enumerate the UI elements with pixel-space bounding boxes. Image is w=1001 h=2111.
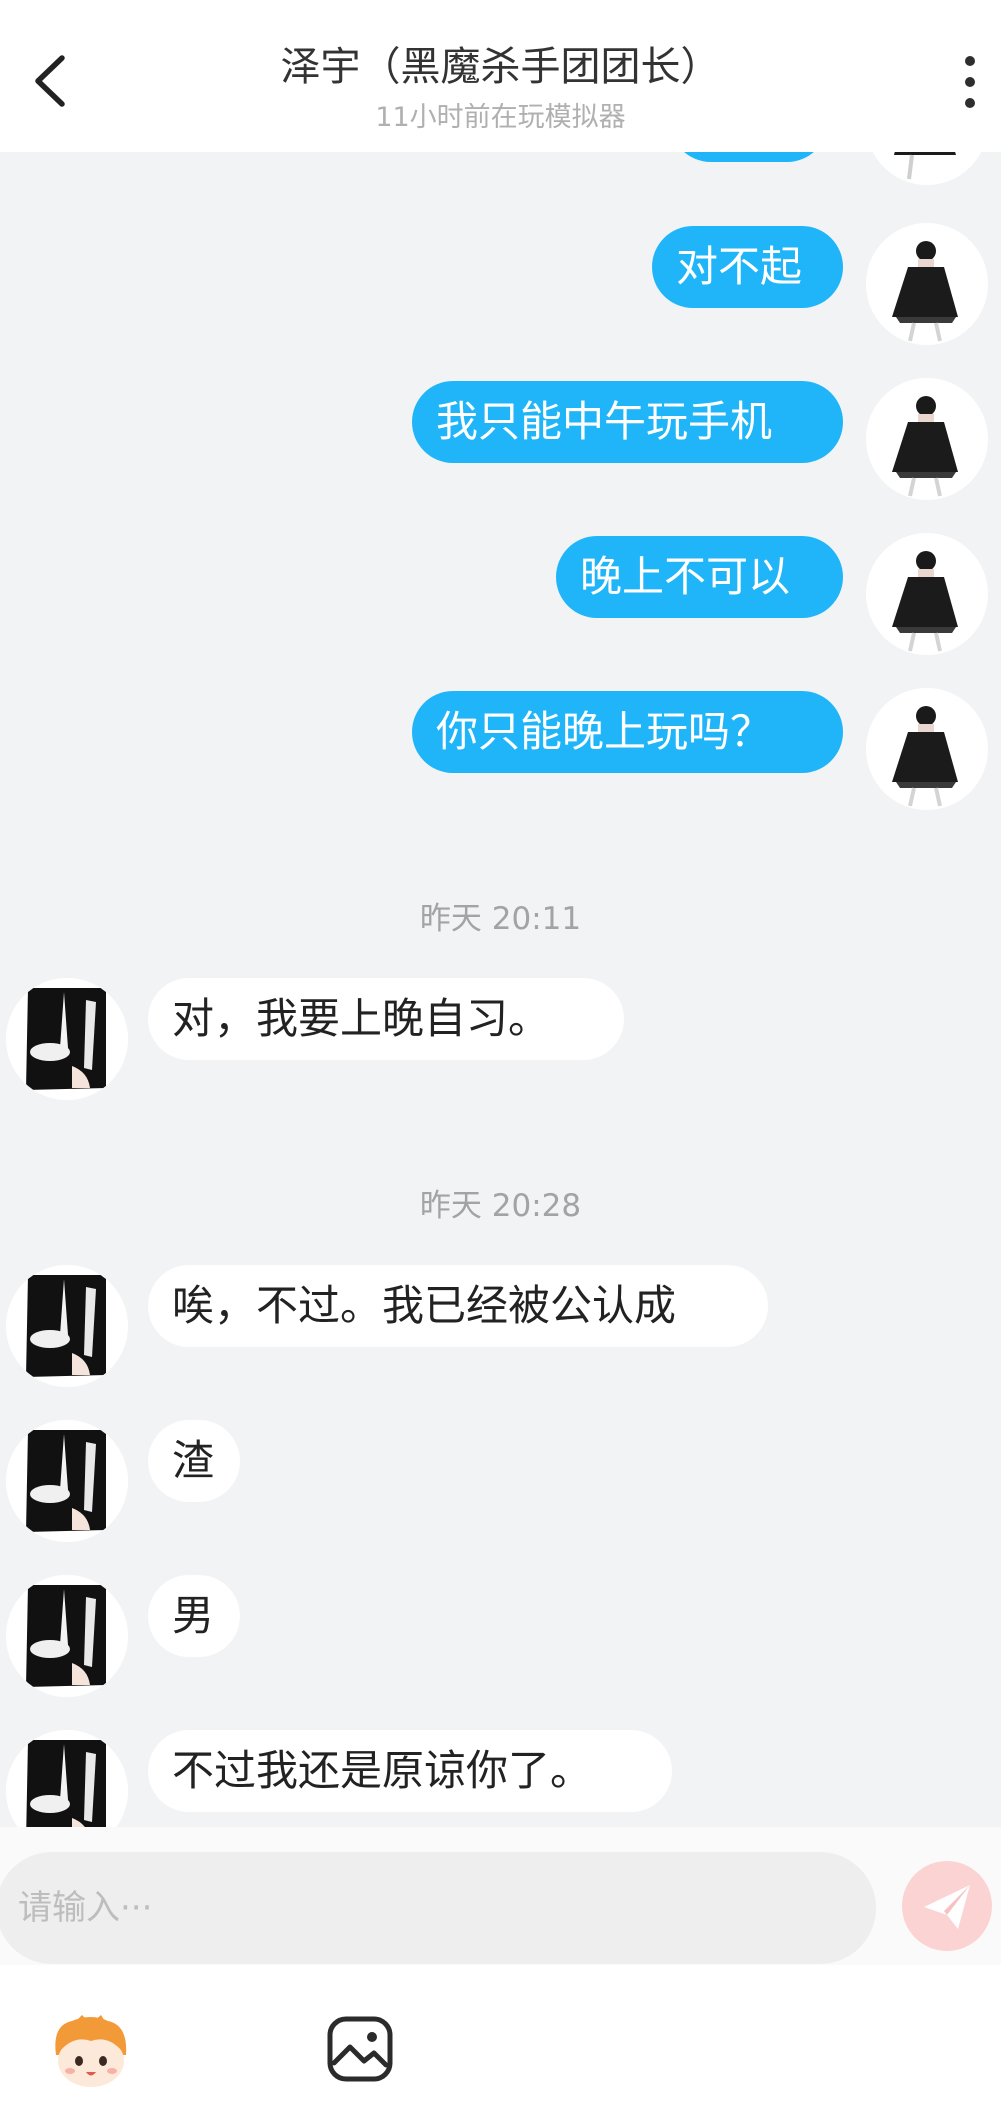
chat-title: 泽宇（黑魔杀手团团长） (280, 44, 721, 90)
received-message[interactable]: 渣 (148, 1420, 240, 1502)
received-message[interactable]: 对，我要上晚自习。 (148, 978, 624, 1060)
received-message[interactable]: 唉，不过。我已经被公认成 (148, 1265, 768, 1347)
received-message[interactable]: 男 (148, 1575, 240, 1657)
my-avatar[interactable] (866, 378, 988, 500)
more-options-button[interactable] (952, 52, 988, 112)
sent-message[interactable]: 你只能晚上玩吗？ (412, 691, 843, 773)
emoji-button[interactable] (46, 2015, 136, 2089)
contact-avatar[interactable] (6, 1730, 128, 1827)
image-icon (327, 2016, 393, 2082)
contact-avatar[interactable] (6, 978, 128, 1100)
sent-message[interactable]: 对不起 (652, 226, 843, 308)
contact-avatar[interactable] (6, 1265, 128, 1387)
paper-plane-icon (924, 1885, 970, 1929)
my-avatar[interactable] (866, 223, 988, 345)
send-button[interactable] (902, 1861, 992, 1951)
timestamp: 昨天 20:28 (419, 1188, 582, 1224)
sent-message[interactable]: 晚上不可以 (556, 536, 843, 618)
message-bubble-partial[interactable] (670, 152, 828, 162)
message-list[interactable]: 对不起 我只能中午玩手机 晚上不可以 你只能晚上玩吗？ 昨天 20:11 对，我… (0, 152, 1001, 1827)
sent-message[interactable]: 我只能中午玩手机 (412, 381, 843, 463)
contact-avatar[interactable] (6, 1420, 128, 1542)
message-input[interactable]: 请输入··· (0, 1852, 876, 1964)
received-message[interactable]: 不过我还是原谅你了。 (148, 1730, 672, 1812)
chat-header: 泽宇（黑魔杀手团团长） 11小时前在玩模拟器 (0, 0, 1001, 152)
image-button[interactable] (326, 2015, 394, 2083)
my-avatar[interactable] (866, 688, 988, 810)
presence-status: 11小时前在玩模拟器 (375, 102, 626, 133)
my-avatar[interactable] (866, 533, 988, 655)
mascot-emoji-icon (55, 2015, 127, 2087)
timestamp: 昨天 20:11 (419, 901, 582, 937)
contact-avatar[interactable] (6, 1575, 128, 1697)
my-avatar[interactable] (866, 152, 988, 185)
bottom-toolbar (0, 1965, 1001, 2111)
composer-bar: 请输入··· (0, 1827, 1001, 1965)
